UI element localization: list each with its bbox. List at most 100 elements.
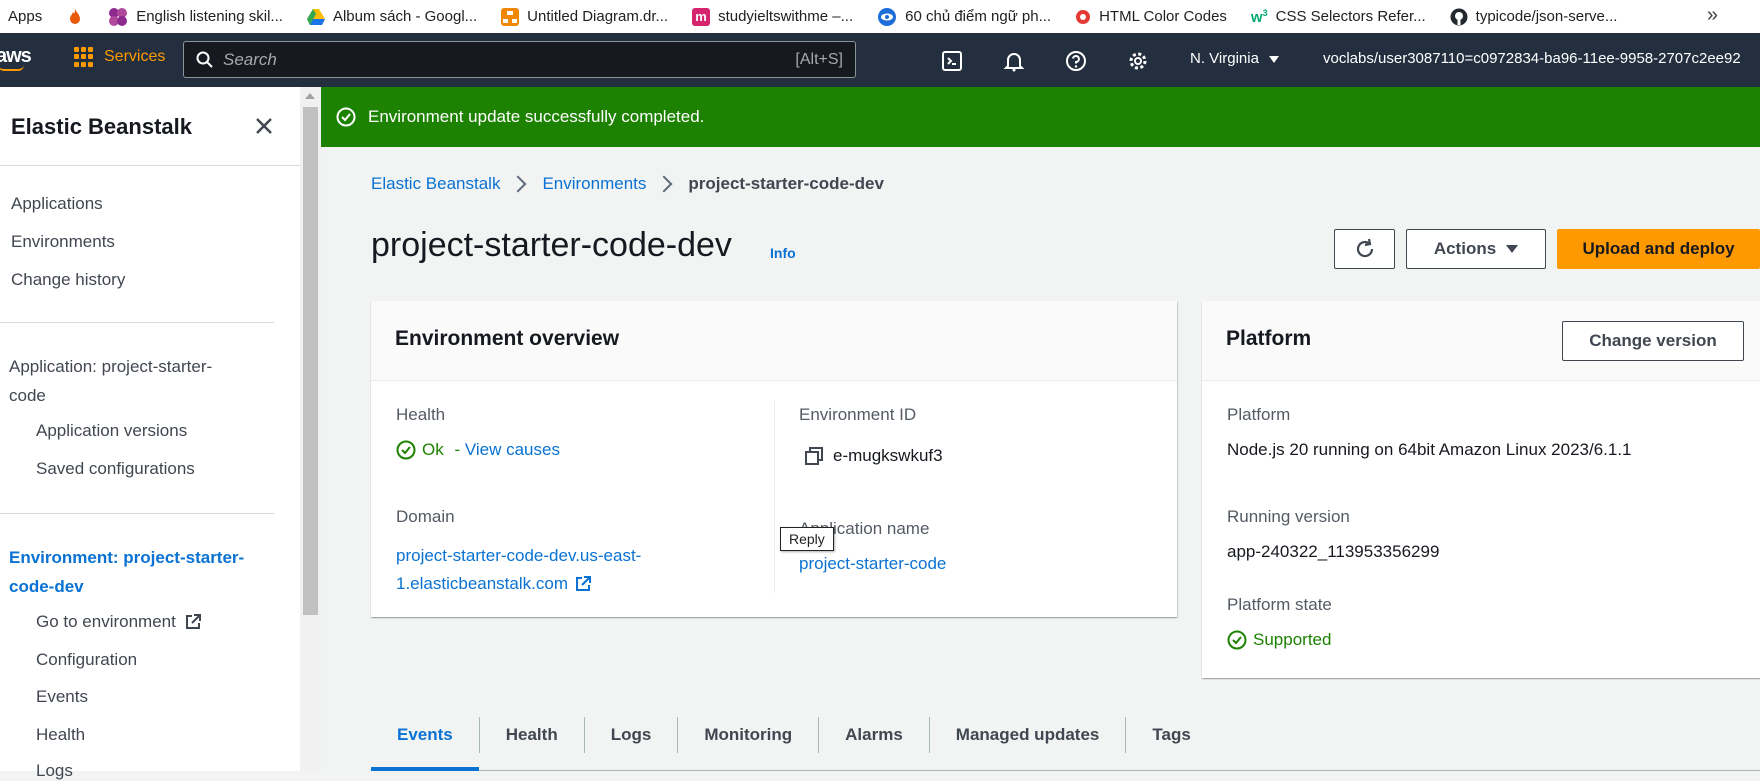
sidebar-item-configuration[interactable]: Configuration — [36, 650, 137, 670]
tab-managed-updates[interactable]: Managed updates — [930, 717, 1127, 753]
services-grid-icon — [74, 47, 94, 67]
sidebar-item-environments[interactable]: Environments — [11, 232, 115, 252]
fire-icon — [70, 8, 81, 24]
chevron-right-icon — [509, 175, 527, 193]
breadcrumb-current: project-starter-code-dev — [688, 174, 884, 193]
search-placeholder: Search — [223, 49, 277, 69]
breadcrumb-environments[interactable]: Environments — [542, 174, 646, 194]
card-title: Platform — [1226, 327, 1312, 350]
application-name-link[interactable]: project-starter-code — [799, 554, 946, 574]
account-menu[interactable]: voclabs/user3087110=c0972834-ba96-11ee-9… — [1323, 50, 1741, 67]
sidebar-title[interactable]: Elastic Beanstalk — [11, 114, 192, 140]
sidebar-divider — [0, 513, 274, 514]
environment-overview-card: Environment overview Health Ok - View ca… — [371, 301, 1177, 617]
bookmark-html-color-codes[interactable]: HTML Color Codes — [1075, 8, 1227, 25]
platform-state-value: Supported — [1227, 630, 1331, 650]
services-menu-button[interactable]: Services — [74, 47, 165, 67]
breadcrumb-elastic-beanstalk[interactable]: Elastic Beanstalk — [371, 174, 500, 194]
chevron-down-icon — [1269, 55, 1280, 63]
settings-gear-icon[interactable] — [1127, 50, 1149, 72]
tab-health[interactable]: Health — [480, 717, 585, 753]
status-ok-icon — [1227, 630, 1247, 650]
google-drive-icon — [306, 8, 325, 25]
sidebar-item-applications[interactable]: Applications — [11, 194, 103, 214]
scrollbar-thumb[interactable] — [303, 107, 318, 615]
refresh-button[interactable] — [1334, 229, 1395, 269]
m-logo-icon: m — [692, 7, 711, 26]
reply-tooltip: Reply — [780, 527, 834, 551]
cloudshell-icon[interactable] — [941, 50, 963, 72]
tab-monitoring[interactable]: Monitoring — [678, 717, 820, 753]
bookmark-json-server[interactable]: typicode/json-serve... — [1450, 8, 1617, 26]
copy-icon[interactable] — [805, 447, 823, 465]
sidebar-divider — [0, 322, 274, 323]
search-input[interactable]: Search [Alt+S] — [183, 41, 856, 78]
color-wheel-icon — [1076, 9, 1091, 24]
domain-label: Domain — [396, 507, 455, 526]
sidebar-item-go-to-environment[interactable]: Go to environment — [36, 612, 202, 632]
flash-message: Environment update successfully complete… — [368, 107, 705, 126]
aws-top-nav: aws Services Search [Alt+S] N. Virginia … — [0, 33, 1760, 87]
platform-card: Platform Change version Platform Node.js… — [1202, 301, 1760, 678]
bookmark-60-chu-diem[interactable]: 60 chủ điểm ngữ ph... — [877, 7, 1051, 27]
breadcrumb: Elastic Beanstalk Environments project-s… — [371, 174, 884, 194]
external-link-icon — [575, 576, 591, 591]
region-selector[interactable]: N. Virginia — [1190, 50, 1280, 67]
bookmark-fire[interactable] — [66, 8, 84, 26]
search-shortcut: [Alt+S] — [795, 50, 843, 68]
health-value: Ok - View causes — [396, 440, 560, 460]
drawio-icon — [501, 7, 520, 26]
health-label: Health — [396, 405, 446, 424]
info-link[interactable]: Info — [770, 245, 796, 261]
column-divider — [774, 401, 775, 593]
card-title: Environment overview — [395, 327, 620, 350]
actions-dropdown-button[interactable]: Actions — [1406, 229, 1546, 269]
sidebar-item-saved-configurations[interactable]: Saved configurations — [36, 459, 195, 479]
github-icon — [1450, 8, 1468, 25]
scroll-up-arrow-icon[interactable] — [305, 93, 315, 99]
domain-link[interactable]: project-starter-code-dev.us-east- 1.elas… — [396, 542, 641, 598]
bookmarks-bar: Apps English listening skil... Album sác… — [0, 0, 1760, 33]
bookmarks-overflow-button[interactable]: » — [1707, 4, 1718, 27]
sidebar-application-label[interactable]: Application: project-starter- code — [9, 357, 212, 406]
caret-down-icon — [1506, 245, 1519, 253]
aws-logo[interactable]: aws — [0, 45, 32, 71]
sidebar-item-change-history[interactable]: Change history — [11, 270, 125, 290]
status-ok-icon — [396, 440, 416, 460]
sidebar-scrollbar[interactable] — [300, 87, 321, 771]
sidebar-environment-label[interactable]: Environment: project-starter- code-dev — [9, 548, 244, 597]
running-version-label: Running version — [1227, 507, 1350, 526]
environment-tabs: Events Health Logs Monitoring Alarms Man… — [371, 700, 1760, 771]
bookmark-studyielts[interactable]: m studyieltswithme –... — [692, 7, 853, 26]
success-flash-banner: Environment update successfully complete… — [321, 87, 1760, 147]
environment-id-label: Environment ID — [799, 405, 917, 424]
bookmark-css-selectors[interactable]: w3 CSS Selectors Refer... — [1251, 8, 1426, 26]
tab-tags[interactable]: Tags — [1126, 717, 1216, 753]
sidebar-divider — [0, 165, 300, 166]
sidebar-item-health[interactable]: Health — [36, 725, 85, 745]
sidebar-item-application-versions[interactable]: Application versions — [36, 421, 187, 441]
tab-logs[interactable]: Logs — [585, 717, 679, 753]
tab-alarms[interactable]: Alarms — [819, 717, 930, 753]
bookmark-untitled-diagram[interactable]: Untitled Diagram.dr... — [501, 7, 668, 26]
view-causes-link[interactable]: View causes — [465, 440, 560, 460]
platform-label: Platform — [1227, 405, 1291, 424]
platform-value: Node.js 20 running on 64bit Amazon Linux… — [1227, 440, 1632, 459]
upload-and-deploy-button[interactable]: Upload and deploy — [1557, 229, 1760, 269]
sidebar-item-events[interactable]: Events — [36, 687, 88, 707]
eye-logo-icon — [878, 7, 897, 26]
bookmark-album-sach[interactable]: Album sách - Googl... — [306, 8, 477, 25]
close-icon[interactable] — [252, 114, 276, 138]
search-icon — [196, 51, 213, 68]
page-title: project-starter-code-dev — [371, 226, 732, 264]
bookmark-english-listening[interactable]: English listening skil... — [108, 7, 283, 27]
flower-icon — [109, 7, 128, 26]
platform-state-label: Platform state — [1227, 595, 1332, 614]
sidebar-item-logs[interactable]: Logs — [36, 761, 73, 781]
bookmark-apps[interactable]: Apps — [0, 8, 42, 26]
tab-events[interactable]: Events — [371, 717, 480, 771]
running-version-value: app-240322_113953356299 — [1227, 542, 1440, 561]
notifications-bell-icon[interactable] — [1003, 50, 1025, 72]
change-version-button[interactable]: Change version — [1562, 321, 1744, 361]
help-icon[interactable] — [1065, 50, 1087, 72]
